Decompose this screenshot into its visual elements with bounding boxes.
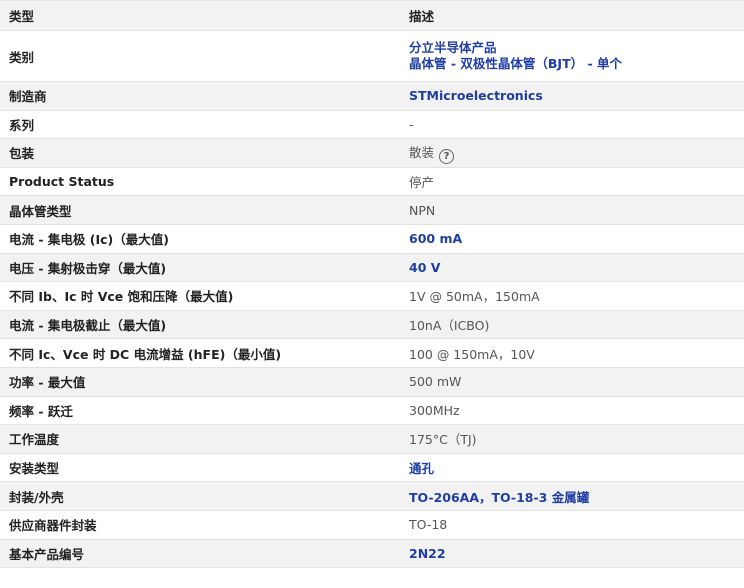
attribute-value-text: 1V @ 50mA，150mA [409,289,540,305]
attribute-label: 电流 - 集电极截止（最大值) [0,310,400,340]
attribute-value: 散装? [400,138,744,168]
table-row: 功率 - 最大值 500 mW [0,367,744,397]
table-row: 制造商 STMicroelectronics [0,81,744,111]
table-header-row: 类型 描述 [0,0,744,31]
table-row: 基本产品编号 2N22 [0,539,744,569]
attribute-label: 包装 [0,138,400,168]
attribute-value-link[interactable]: 晶体管 - 双极性晶体管（BJT） - 单个 [409,56,744,72]
attribute-label: 晶体管类型 [0,195,400,225]
attribute-value-link[interactable]: TO-206AA，TO-18-3 金属罐 [409,490,589,505]
attribute-value[interactable]: 600 mA [400,224,744,254]
attribute-label: 频率 - 跃迁 [0,396,400,426]
header-description: 描述 [400,0,744,31]
attribute-label: 电流 - 集电极 (Ic)（最大值) [0,224,400,254]
table-row: 频率 - 跃迁 300MHz [0,396,744,426]
attribute-label: 安装类型 [0,453,400,483]
attribute-label: 制造商 [0,81,400,111]
attribute-value: 1V @ 50mA，150mA [400,281,744,311]
attribute-label: 不同 Ib、Ic 时 Vce 饱和压降（最大值) [0,281,400,311]
attribute-value-text: 175°C（TJ) [409,432,477,448]
attribute-label: 类别 [0,30,400,82]
attribute-value-text: 300MHz [409,402,460,418]
help-circle-icon[interactable]: ? [439,148,455,164]
attribute-label: 电压 - 集射极击穿（最大值) [0,253,400,283]
attribute-value-text: 10nA（ICBO) [409,318,490,334]
attribute-value-text: 100 @ 150mA，10V [409,346,535,362]
attribute-value[interactable]: 通孔 [400,453,744,483]
attribute-value-text: NPN [409,202,436,218]
table-row: 工作温度 175°C（TJ) [0,424,744,454]
attribute-value-text: 停产 [409,175,435,191]
attribute-value: 10nA（ICBO) [400,310,744,340]
table-row: 安装类型 通孔 [0,453,744,483]
attribute-label: 工作温度 [0,424,400,454]
attribute-value: TO-18 [400,510,744,540]
table-row: 类别 分立半导体产品 晶体管 - 双极性晶体管（BJT） - 单个 [0,30,744,82]
attribute-value-text: - [409,116,414,132]
table-row: 电流 - 集电极截止（最大值) 10nA（ICBO) [0,310,744,340]
attribute-value-link[interactable]: 分立半导体产品 [409,40,744,56]
attribute-value[interactable]: TO-206AA，TO-18-3 金属罐 [400,481,744,511]
attribute-value-link[interactable]: 通孔 [409,461,434,476]
attribute-value: 500 mW [400,367,744,397]
attribute-value[interactable]: 40 V [400,253,744,283]
table-row: 封装/外壳 TO-206AA，TO-18-3 金属罐 [0,481,744,511]
attribute-label: Product Status [0,167,400,197]
attribute-value: 175°C（TJ) [400,424,744,454]
attribute-value[interactable]: 2N22 [400,539,744,569]
attribute-label: 功率 - 最大值 [0,367,400,397]
table-row: 包装 散装? [0,138,744,168]
attribute-label: 封装/外壳 [0,481,400,511]
attribute-value-text: 散装 [409,144,435,160]
attribute-value[interactable]: STMicroelectronics [400,81,744,111]
table-row: 不同 Ib、Ic 时 Vce 饱和压降（最大值) 1V @ 50mA，150mA [0,281,744,311]
attribute-value: 停产 [400,167,744,197]
attribute-value-link[interactable]: 2N22 [409,546,446,561]
attribute-value: 100 @ 150mA，10V [400,338,744,368]
attribute-label: 系列 [0,110,400,140]
table-row: 供应商器件封装 TO-18 [0,510,744,540]
table-row: 电压 - 集射极击穿（最大值) 40 V [0,253,744,283]
attribute-value-link[interactable]: STMicroelectronics [409,88,543,103]
attribute-label: 供应商器件封装 [0,510,400,540]
attribute-value: NPN [400,195,744,225]
attribute-label: 不同 Ic、Vce 时 DC 电流增益 (hFE)（最小值) [0,338,400,368]
table-row: 晶体管类型 NPN [0,195,744,225]
table-row: 电流 - 集电极 (Ic)（最大值) 600 mA [0,224,744,254]
table-row: 不同 Ic、Vce 时 DC 电流增益 (hFE)（最小值) 100 @ 150m… [0,338,744,368]
table-row: 系列 - [0,110,744,140]
attribute-value-link[interactable]: 600 mA [409,231,462,246]
attribute-value-text: 500 mW [409,374,462,390]
attribute-value[interactable]: 分立半导体产品 晶体管 - 双极性晶体管（BJT） - 单个 [400,30,744,82]
attribute-value-text: TO-18 [409,517,448,533]
attribute-value: - [400,110,744,140]
attribute-value: 300MHz [400,396,744,426]
product-attributes-table: 类型 描述 类别 分立半导体产品 晶体管 - 双极性晶体管（BJT） - 单个 制造商… [0,0,744,569]
header-type: 类型 [0,0,400,31]
table-row: Product Status 停产 [0,167,744,197]
attribute-label: 基本产品编号 [0,539,400,569]
attribute-value-link[interactable]: 40 V [409,260,440,275]
